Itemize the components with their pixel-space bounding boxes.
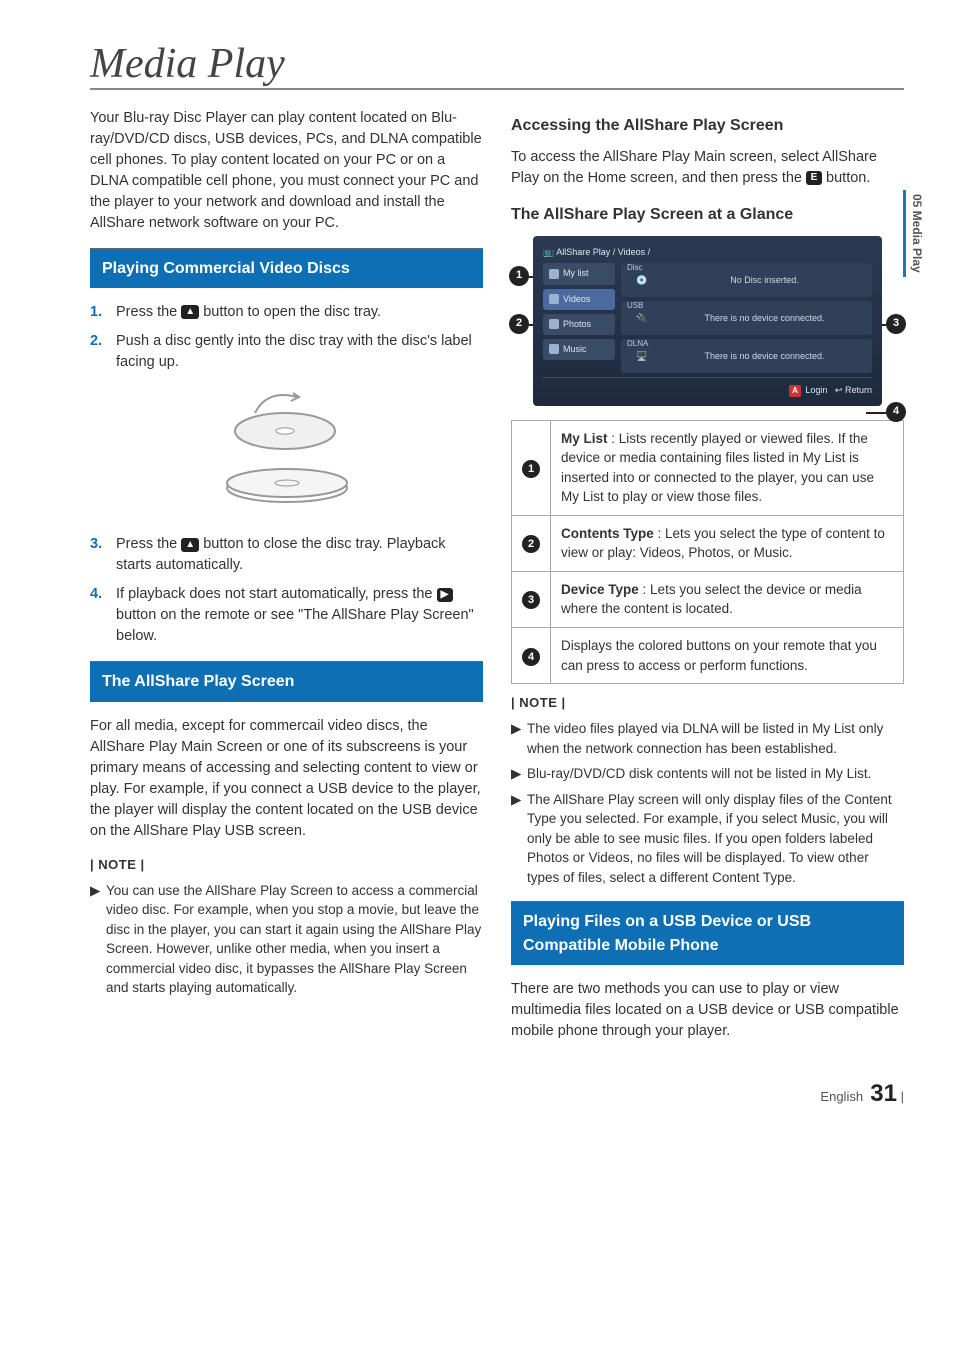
a-button-icon: A [789,385,801,397]
sidebar-item-photos[interactable]: Photos [543,314,615,335]
steps-list: 1. Press the ▲ button to open the disc t… [90,302,483,373]
note-item: ▶The video files played via DLNA will be… [511,719,904,758]
step-number: 3. [90,534,116,576]
note-heading: | NOTE | [90,856,483,875]
breadcrumb: 📺 AllShare Play / Videos / [543,246,872,259]
content-type-sidebar: My list Videos Photos Music [543,263,615,373]
note-item: ▶ You can use the AllShare Play Screen t… [90,881,483,998]
music-icon [549,344,559,354]
callout-legend-table: 1 My List : Lists recently played or vie… [511,420,904,685]
play-icon: ▶ [437,588,453,602]
step-number: 2. [90,331,116,373]
heading-accessing-allshare: Accessing the AllShare Play Screen [511,114,904,137]
callout-marker: 2 [522,535,540,553]
device-dlna[interactable]: DLNA 🖥️ There is no device connected. [621,339,872,373]
sidebar-item-videos[interactable]: Videos [543,289,615,310]
section-usb-device: Playing Files on a USB Device or USB Com… [511,901,904,964]
videos-icon [549,294,559,304]
steps-list-continued: 3. Press the ▲ button to close the disc … [90,534,483,647]
left-column: Your Blu-ray Disc Player can play conten… [90,108,483,1056]
page-number: 31 [870,1080,897,1107]
note-item: ▶The AllShare Play screen will only disp… [511,790,904,888]
callout-marker: 3 [522,591,540,609]
callout-2: 2 [509,314,529,334]
enter-icon: E [806,171,822,185]
right-column: Accessing the AllShare Play Screen To ac… [511,108,904,1056]
allshare-screenshot: 1 2 3 4 📺 AllShare Play / Videos / My li… [511,236,904,405]
screen-footer: A Login ↩ Return [543,377,872,397]
callout-3: 3 [886,314,906,334]
table-row: 2 Contents Type : Lets you select the ty… [512,515,904,571]
bullet-icon: ▶ [511,764,527,784]
step-text: Press the ▲ button to close the disc tra… [116,534,483,576]
section-allshare-play-screen: The AllShare Play Screen [90,661,483,701]
list-icon [549,269,559,279]
step-text: If playback does not start automatically… [116,584,483,647]
photos-icon [549,319,559,329]
disc-tray-illustration [90,383,483,520]
bullet-icon: ▶ [511,790,527,888]
note-heading: | NOTE | [511,694,904,713]
sidebar-item-music[interactable]: Music [543,339,615,360]
device-usb[interactable]: USB 🔌 There is no device connected. [621,301,872,335]
table-row: 4 Displays the colored buttons on your r… [512,628,904,684]
step-text: Press the ▲ button to open the disc tray… [116,302,381,323]
table-row: 1 My List : Lists recently played or vie… [512,420,904,515]
intro-paragraph: Your Blu-ray Disc Player can play conten… [90,108,483,234]
device-disc[interactable]: Disc 💿 No Disc inserted. [621,263,872,297]
allshare-body: For all media, except for commercail vid… [90,716,483,842]
device-list: Disc 💿 No Disc inserted. USB 🔌 There is … [621,263,872,373]
step-text: Push a disc gently into the disc tray wi… [116,331,483,373]
callout-1: 1 [509,266,529,286]
eject-icon: ▲ [181,538,199,552]
section-playing-commercial-discs: Playing Commercial Video Discs [90,248,483,288]
page-footer: English 31 | [90,1080,904,1108]
bullet-icon: ▶ [90,881,106,998]
callout-marker: 1 [522,460,540,478]
usb-body: There are two methods you can use to pla… [511,979,904,1042]
return-icon: ↩ [835,385,843,395]
sidebar-item-mylist[interactable]: My list [543,263,615,284]
bullet-icon: ▶ [511,719,527,758]
eject-icon: ▲ [181,305,199,319]
table-row: 3 Device Type : Lets you select the devi… [512,571,904,627]
login-label[interactable]: Login [805,385,827,395]
accessing-body: To access the AllShare Play Main screen,… [511,147,904,189]
chapter-tab: 05 Media Play [903,190,924,277]
heading-screen-glance: The AllShare Play Screen at a Glance [511,203,904,226]
note-item: ▶Blu-ray/DVD/CD disk contents will not b… [511,764,904,784]
footer-language: English [820,1089,863,1104]
page-title: Media Play [90,40,904,90]
return-label[interactable]: Return [845,385,872,395]
step-number: 4. [90,584,116,647]
step-number: 1. [90,302,116,323]
callout-marker: 4 [522,648,540,666]
